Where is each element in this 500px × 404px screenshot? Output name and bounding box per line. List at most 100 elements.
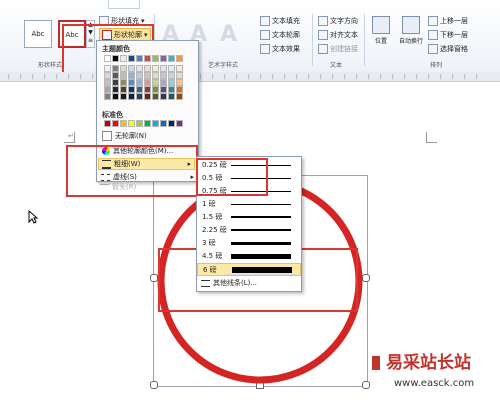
color-swatch[interactable] [112,55,119,62]
color-swatch[interactable] [120,86,127,93]
standard-color-swatch[interactable] [112,120,119,127]
standard-color-swatch[interactable] [160,120,167,127]
color-swatch[interactable] [136,86,143,93]
color-swatch[interactable] [136,79,143,86]
color-swatch[interactable] [160,72,167,79]
color-swatch[interactable] [112,93,119,100]
no-outline-item[interactable]: 无轮廓(N) [102,131,147,141]
color-swatch[interactable] [120,55,127,62]
position-button[interactable]: 位置 [368,14,394,58]
color-swatch[interactable] [152,79,159,86]
color-swatch[interactable] [160,55,167,62]
weight-option[interactable]: 1 磅 [197,198,301,211]
weight-option[interactable]: 4.5 磅 [197,250,301,263]
standard-color-swatch[interactable] [168,120,175,127]
color-swatch[interactable] [168,79,175,86]
color-swatch[interactable] [128,93,135,100]
color-swatch[interactable] [152,93,159,100]
color-swatch[interactable] [136,93,143,100]
color-swatch[interactable] [176,93,183,100]
text-effects-button[interactable]: 文本效果 [260,43,300,54]
color-swatch[interactable] [144,79,151,86]
color-swatch[interactable] [112,72,119,79]
color-swatch[interactable] [144,86,151,93]
color-swatch[interactable] [128,79,135,86]
color-swatch[interactable] [168,86,175,93]
wordart-style-3[interactable]: A [220,22,237,47]
selection-pane-label: 选择窗格 [440,44,468,53]
color-swatch[interactable] [120,72,127,79]
shape-style-1[interactable]: Abc [24,20,52,48]
text-fill-icon [260,15,270,26]
color-swatch[interactable] [160,93,167,100]
color-swatch[interactable] [112,86,119,93]
color-swatch[interactable] [104,79,111,86]
color-swatch[interactable] [128,65,135,72]
color-swatch[interactable] [176,79,183,86]
color-swatch[interactable] [144,93,151,100]
color-swatch[interactable] [136,65,143,72]
wrap-text-button[interactable]: 自动换行 [396,14,426,58]
weight-option[interactable]: 3 磅 [197,237,301,250]
color-swatch[interactable] [152,65,159,72]
color-swatch[interactable] [120,65,127,72]
standard-color-swatch[interactable] [120,120,127,127]
color-swatch[interactable] [120,93,127,100]
color-swatch[interactable] [152,86,159,93]
ribbon-tab-format[interactable] [108,0,140,9]
color-swatch[interactable] [104,65,111,72]
color-swatch[interactable] [168,55,175,62]
color-swatch[interactable] [120,79,127,86]
color-swatch[interactable] [128,72,135,79]
color-swatch[interactable] [176,65,183,72]
paragraph-mark-icon: ↵ [68,132,74,140]
standard-color-swatch[interactable] [136,120,143,127]
color-swatch[interactable] [144,72,151,79]
color-swatch[interactable] [168,93,175,100]
color-swatch[interactable] [104,55,111,62]
color-swatch[interactable] [176,55,183,62]
text-outline-button[interactable]: 文本轮廓 [260,29,300,40]
theme-color-row [104,55,194,62]
color-swatch[interactable] [152,55,159,62]
color-swatch[interactable] [136,72,143,79]
ruler-tick: | [272,74,274,80]
more-lines-item[interactable]: 其他线条(L)... [201,278,257,288]
standard-color-swatch[interactable] [176,120,183,127]
color-swatch[interactable] [176,72,183,79]
ribbon-tab[interactable] [62,0,88,8]
color-swatch[interactable] [128,55,135,62]
text-fill-button[interactable]: 文本填充 [260,15,300,26]
standard-color-swatch[interactable] [128,120,135,127]
color-swatch[interactable] [144,55,151,62]
color-swatch[interactable] [168,65,175,72]
color-swatch[interactable] [160,79,167,86]
color-swatch[interactable] [168,72,175,79]
weight-option[interactable]: 1.5 磅 [197,211,301,224]
color-swatch[interactable] [160,86,167,93]
color-swatch[interactable] [128,86,135,93]
color-swatch[interactable] [144,65,151,72]
ribbon-tab[interactable] [2,0,30,8]
text-direction-button[interactable]: 文字方向 [318,15,358,26]
text-direction-label: 文字方向 [330,16,358,25]
color-swatch[interactable] [152,72,159,79]
bring-forward-button[interactable]: 上移一层 [428,15,468,26]
align-text-button[interactable]: 对齐文本 [318,29,358,40]
selection-pane-button[interactable]: 选择窗格 [428,43,468,54]
color-swatch[interactable] [112,79,119,86]
color-swatch[interactable] [112,65,119,72]
color-swatch[interactable] [104,93,111,100]
color-swatch[interactable] [104,72,111,79]
color-swatch[interactable] [136,55,143,62]
horizontal-ruler[interactable]: |||||||||||||||||||||||||||||||||||||||| [0,72,500,82]
standard-color-swatch[interactable] [144,120,151,127]
color-swatch[interactable] [176,86,183,93]
standard-color-swatch[interactable] [104,120,111,127]
weight-option[interactable]: 2.25 磅 [197,224,301,237]
standard-color-swatch[interactable] [152,120,159,127]
create-link-button[interactable]: 创建链接 [318,43,358,54]
color-swatch[interactable] [104,86,111,93]
color-swatch[interactable] [160,65,167,72]
send-backward-button[interactable]: 下移一层 [428,29,468,40]
